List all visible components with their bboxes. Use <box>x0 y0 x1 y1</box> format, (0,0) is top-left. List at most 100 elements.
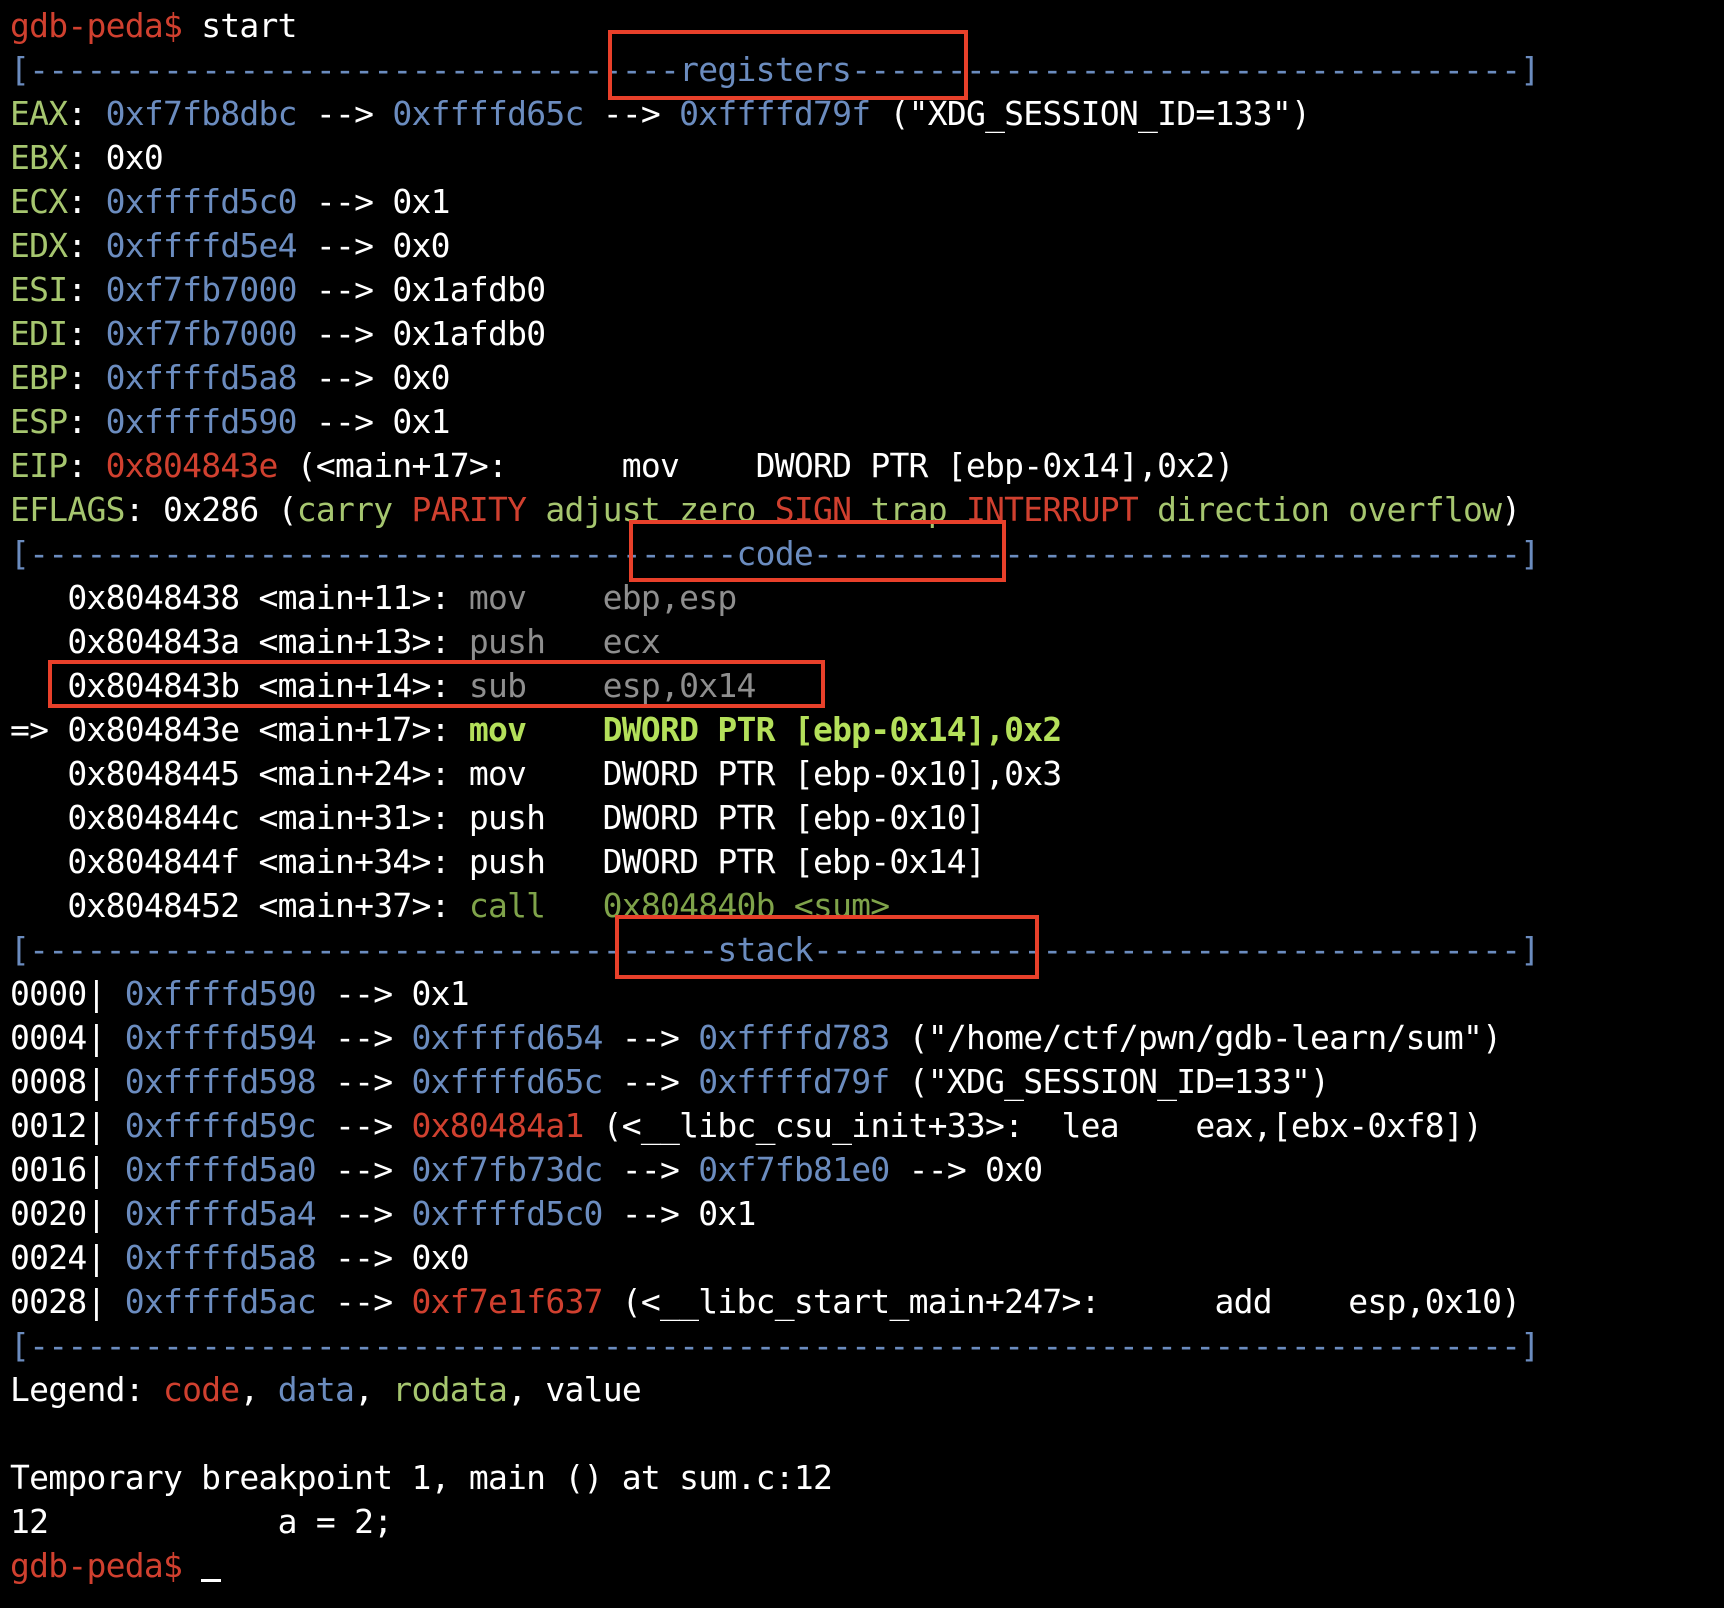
terminal-text: (<__libc_start_main+247>: add esp,0x10) <box>602 1282 1521 1321</box>
terminal-text: : <box>67 226 106 265</box>
terminal-text: carry <box>296 490 412 529</box>
terminal-text: gdb-peda$ <box>10 6 202 45</box>
terminal-text: 0xffffd5a8 <box>124 1238 317 1277</box>
terminal-text: 0xffffd654 <box>411 1018 604 1057</box>
stack-line: 0004| 0xffffd594 --> 0xffffd654 --> 0xff… <box>10 1016 1502 1060</box>
terminal-text: ("/home/ctf/pwn/gdb-learn/sum") <box>889 1018 1502 1057</box>
terminal-text: --> 0x0 <box>315 1238 470 1277</box>
terminal-text: 0028| <box>10 1282 125 1321</box>
terminal-text: 0012| <box>10 1106 125 1145</box>
terminal-text: --> <box>315 1018 412 1057</box>
footer-divider: [---------------------------------------… <box>10 1324 1540 1368</box>
stack-line: 0020| 0xffffd5a4 --> 0xffffd5c0 --> 0x1 <box>10 1192 756 1236</box>
terminal-text: INTERRUPT <box>965 490 1158 529</box>
terminal-text: 0x804843a <main+13>: <box>10 622 469 661</box>
terminal-text: 0020| <box>10 1194 125 1233</box>
terminal-text: --> <box>315 1194 412 1233</box>
terminal-text: 0xf7fb7000 <box>105 270 298 309</box>
terminal-text: --> 0x0 <box>889 1150 1044 1189</box>
terminal-text: --> 0x0 <box>296 226 451 265</box>
terminal-text: --> <box>602 1150 699 1189</box>
terminal-text: --> 0x1 <box>296 402 451 441</box>
terminal-text: start <box>201 6 297 45</box>
terminal-text: 12 a = 2; <box>10 1502 393 1541</box>
terminal-text: gdb-peda$ <box>10 1546 202 1585</box>
text-cursor[interactable] <box>201 1579 222 1582</box>
terminal-text: 0xffffd590 <box>105 402 298 441</box>
legend-line: Legend: code, data, rodata, value <box>10 1368 642 1412</box>
terminal-text: : <box>67 446 106 485</box>
terminal-text: --> <box>315 1106 412 1145</box>
code-line: 0x8048438 <main+11>: mov ebp,esp <box>10 576 737 620</box>
register-line: EIP: 0x804843e (<main+17>: mov DWORD PTR… <box>10 444 1234 488</box>
terminal-text: 0xffffd5a0 <box>124 1150 317 1189</box>
terminal-text: call 0x804840b <sum> <box>468 886 890 925</box>
terminal-text: 0xffffd65c <box>411 1062 604 1101</box>
terminal-text: 0xf7fb7000 <box>105 314 298 353</box>
command-line: gdb-peda$ start <box>10 4 298 48</box>
register-line: ECX: 0xffffd5c0 --> 0x1 <box>10 180 450 224</box>
terminal-text: (<__libc_csu_init+33>: lea eax,[ebx-0xf8… <box>583 1106 1483 1145</box>
terminal-text: 0004| <box>10 1018 125 1057</box>
terminal-text: 0x80484a1 <box>411 1106 585 1145</box>
terminal-text: code <box>162 1370 240 1409</box>
terminal-text: ESP <box>10 402 68 441</box>
terminal-text: 0xf7fb81e0 <box>698 1150 890 1189</box>
terminal-text: --> 0x1afdb0 <box>296 314 546 353</box>
terminal-text: 0000| <box>10 974 125 1013</box>
code-line: 0x804843a <main+13>: push ecx <box>10 620 660 664</box>
code-header: [-------------------------------------co… <box>10 532 1540 576</box>
terminal-text: EIP <box>10 446 68 485</box>
terminal-text: [----------------------------------regis… <box>10 50 1540 89</box>
terminal-text: data <box>277 1370 355 1409</box>
terminal-text: 0x804844c <main+31>: push DWORD PTR [ebp… <box>10 798 986 837</box>
terminal-text: 0xf7fb73dc <box>411 1150 604 1189</box>
terminal-text: : <box>67 358 106 397</box>
code-line: 0x8048445 <main+24>: mov DWORD PTR [ebp-… <box>10 752 1062 796</box>
terminal-text: 0x8048452 <main+37>: <box>10 886 469 925</box>
terminal-text: : 0x0 <box>67 138 163 177</box>
code-line: 0x8048452 <main+37>: call 0x804840b <sum… <box>10 884 890 928</box>
terminal-text: : <box>67 402 106 441</box>
terminal-text: 0xffffd79f <box>698 1062 890 1101</box>
terminal-text: Legend: <box>10 1370 163 1409</box>
terminal-text: --> <box>602 1018 699 1057</box>
terminal-text: --> 0x1 <box>602 1194 757 1233</box>
stack-line: 0024| 0xffffd5a8 --> 0x0 <box>10 1236 470 1280</box>
terminal-text: EBP <box>10 358 68 397</box>
terminal-text: , value <box>507 1370 642 1409</box>
terminal-text: rodata <box>392 1370 508 1409</box>
register-line: ESP: 0xffffd590 --> 0x1 <box>10 400 450 444</box>
terminal-text: 0xffffd79f <box>679 94 871 133</box>
code-line: 0x804844c <main+31>: push DWORD PTR [ebp… <box>10 796 985 840</box>
stack-line: 0008| 0xffffd598 --> 0xffffd65c --> 0xff… <box>10 1060 1330 1104</box>
terminal-text: --> 0x1afdb0 <box>296 270 546 309</box>
terminal-text: 0xffffd783 <box>698 1018 890 1057</box>
terminal-text: 0xffffd590 <box>124 974 317 1013</box>
register-line: EDX: 0xffffd5e4 --> 0x0 <box>10 224 450 268</box>
terminal-text: EAX <box>10 94 68 133</box>
register-line: ESI: 0xf7fb7000 --> 0x1afdb0 <box>10 268 546 312</box>
register-line: EFLAGS: 0x286 (carry PARITY adjust zero … <box>10 488 1521 532</box>
terminal-text: --> 0x1 <box>315 974 470 1013</box>
terminal-text: Temporary breakpoint 1, main () at sum.c… <box>10 1458 833 1497</box>
stack-line: 0028| 0xffffd5ac --> 0xf7e1f637 (<__libc… <box>10 1280 1521 1324</box>
terminal-text: --> <box>296 94 393 133</box>
prompt-line: gdb-peda$ <box>10 1544 222 1588</box>
terminal-text: trap <box>870 490 966 529</box>
terminal-text: 0xffffd5e4 <box>105 226 298 265</box>
terminal-text: --> <box>315 1062 412 1101</box>
terminal-text: --> 0x1 <box>296 182 451 221</box>
terminal-text: mov DWORD PTR [ebp-0x14],0x2 <box>468 710 1062 749</box>
terminal-text: : <box>67 94 106 133</box>
terminal-text: 0x804843e <box>105 446 279 485</box>
terminal-line <box>10 1412 29 1456</box>
terminal-text: 0024| <box>10 1238 125 1277</box>
terminal-text: (<main+17>: mov DWORD PTR [ebp-0x14],0x2… <box>277 446 1235 485</box>
terminal-text: 0xffffd5a4 <box>124 1194 317 1233</box>
terminal-text: 0008| <box>10 1062 125 1101</box>
terminal-text: ("XDG_SESSION_ID=133") <box>870 94 1311 133</box>
stack-line: 0012| 0xffffd59c --> 0x80484a1 (<__libc_… <box>10 1104 1483 1148</box>
terminal-text: 0x8048438 <main+11>: <box>10 578 469 617</box>
